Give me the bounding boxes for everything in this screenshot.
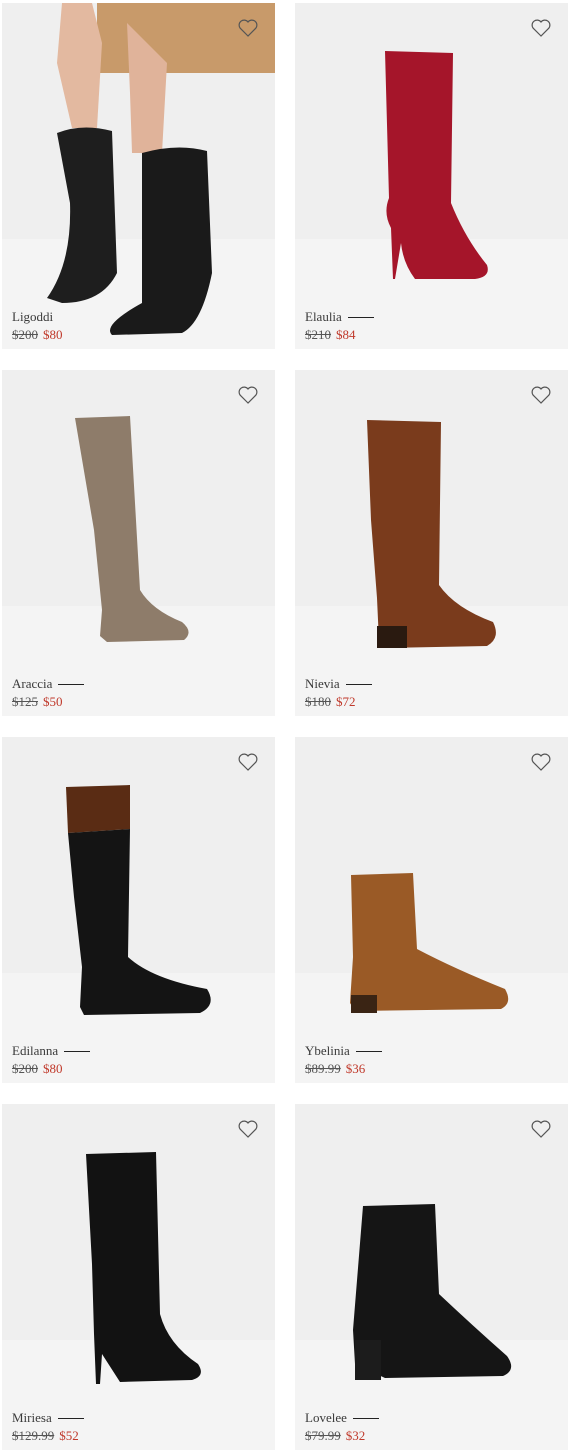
- sale-price: $84: [336, 327, 356, 342]
- sale-price: $36: [345, 1061, 366, 1076]
- name-dash: [64, 1050, 91, 1052]
- product-card[interactable]: Miriesa $129.99 $52: [2, 1104, 275, 1450]
- product-info: Ybelinia $89.99 $36: [305, 1043, 382, 1077]
- product-info: Edilanna $200 $80: [12, 1043, 91, 1077]
- product-grid: Ligoddi $200 $80 Elaulia $210 $84 Araccia …: [0, 0, 571, 1456]
- product-image[interactable]: [2, 737, 275, 1083]
- product-info: Ligoddi $200 $80: [12, 309, 63, 343]
- product-info: Lovelee $79.99 $32: [305, 1410, 379, 1444]
- wishlist-heart-icon[interactable]: [238, 753, 258, 771]
- product-name[interactable]: Araccia: [12, 676, 52, 692]
- wishlist-heart-icon[interactable]: [238, 1120, 258, 1138]
- product-name[interactable]: Edilanna: [12, 1043, 58, 1059]
- product-card[interactable]: Ligoddi $200 $80: [2, 3, 275, 349]
- product-name[interactable]: Miriesa: [12, 1410, 52, 1426]
- product-name[interactable]: Ybelinia: [305, 1043, 350, 1059]
- sale-price: $52: [59, 1428, 79, 1443]
- sale-price: $80: [43, 1061, 63, 1076]
- product-card[interactable]: Elaulia $210 $84: [295, 3, 568, 349]
- original-price: $210: [305, 327, 331, 342]
- sale-price: $72: [336, 694, 356, 709]
- name-dash: [347, 316, 374, 318]
- product-info: Miriesa $129.99 $52: [12, 1410, 84, 1444]
- original-price: $125: [12, 694, 38, 709]
- name-dash: [58, 683, 85, 685]
- name-dash: [57, 1417, 84, 1419]
- original-price: $180: [305, 694, 331, 709]
- name-dash: [352, 1417, 379, 1419]
- product-name[interactable]: Nievia: [305, 676, 340, 692]
- name-dash: [345, 683, 372, 685]
- sale-price: $80: [43, 327, 63, 342]
- product-image[interactable]: [2, 1104, 275, 1450]
- product-image[interactable]: [295, 1104, 568, 1450]
- product-card[interactable]: Araccia $125 $50: [2, 370, 275, 716]
- product-info: Nievia $180 $72: [305, 676, 372, 710]
- sale-price: $32: [345, 1428, 366, 1443]
- product-info: Araccia $125 $50: [12, 676, 85, 710]
- product-name[interactable]: Elaulia: [305, 309, 342, 325]
- wishlist-heart-icon[interactable]: [531, 753, 551, 771]
- name-dash: [355, 1050, 382, 1052]
- wishlist-heart-icon[interactable]: [238, 386, 258, 404]
- product-image[interactable]: [295, 3, 568, 349]
- wishlist-heart-icon[interactable]: [238, 19, 258, 37]
- original-price: $200: [12, 1061, 38, 1076]
- product-info: Elaulia $210 $84: [305, 309, 374, 343]
- product-card[interactable]: Nievia $180 $72: [295, 370, 568, 716]
- wishlist-heart-icon[interactable]: [531, 386, 551, 404]
- product-image[interactable]: [295, 370, 568, 716]
- product-image[interactable]: [2, 370, 275, 716]
- sale-price: $50: [43, 694, 63, 709]
- original-price: $79.99: [305, 1428, 341, 1443]
- product-card[interactable]: Edilanna $200 $80: [2, 737, 275, 1083]
- product-image[interactable]: [2, 3, 275, 349]
- original-price: $129.99: [12, 1428, 55, 1443]
- product-image[interactable]: [295, 737, 568, 1083]
- wishlist-heart-icon[interactable]: [531, 1120, 551, 1138]
- product-name[interactable]: Ligoddi: [12, 309, 53, 325]
- wishlist-heart-icon[interactable]: [531, 19, 551, 37]
- product-card[interactable]: Ybelinia $89.99 $36: [295, 737, 568, 1083]
- product-card[interactable]: Lovelee $79.99 $32: [295, 1104, 568, 1450]
- original-price: $89.99: [305, 1061, 341, 1076]
- product-name[interactable]: Lovelee: [305, 1410, 347, 1426]
- original-price: $200: [12, 327, 38, 342]
